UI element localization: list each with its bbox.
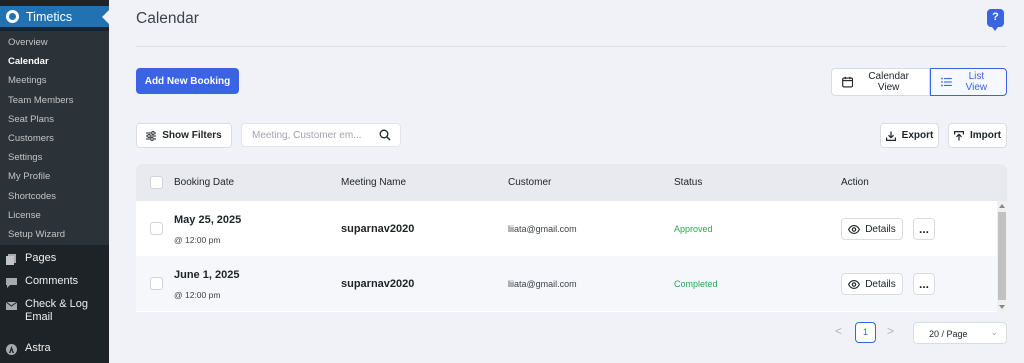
admin-sidebar: Timetics Overview Calendar Meetings Team… [0,0,109,363]
column-header-meeting-name: Meeting Name [341,177,407,188]
upload-icon [953,130,964,140]
submenu-item-seat-plans[interactable]: Seat Plans [0,110,109,129]
submenu-item-my-profile[interactable]: My Profile [0,167,109,186]
submenu-item-settings[interactable]: Settings [0,148,109,167]
sidebar-item-label: Timetics [26,9,73,24]
page-number-button[interactable]: 1 [855,322,876,343]
column-header-action: Action [841,177,869,188]
customer-email: liiata@gmail.com [508,224,577,234]
scroll-down-icon[interactable] [999,305,1005,309]
sidebar-item-pages[interactable]: Pages [0,252,109,265]
next-page-button[interactable]: > [887,324,894,338]
details-button[interactable]: Details [841,273,903,295]
header-divider [136,46,1007,47]
submenu-item-meetings[interactable]: Meetings [0,71,109,90]
table-scrollbar[interactable] [997,201,1007,312]
sidebar-item-label: Comments [25,275,79,287]
scroll-up-icon[interactable] [999,204,1005,208]
sidebar-item-comments[interactable]: Comments [0,275,109,288]
download-icon [885,131,896,141]
prev-page-button[interactable]: < [835,324,842,338]
status-badge: Completed [674,279,718,289]
customer-email: liiata@gmail.com [508,279,577,289]
submenu-item-setup-wizard[interactable]: Setup Wizard [0,225,109,244]
calendar-icon [842,76,854,88]
details-label: Details [865,223,896,235]
export-label: Export [901,130,934,141]
search-icon[interactable] [379,129,391,141]
table-row: May 25, 2025 @ 12:00 pm suparnav2020 lii… [136,201,1007,256]
show-filters-button[interactable]: Show Filters [136,123,232,148]
page-title: Calendar [136,10,199,27]
scrollbar-thumb[interactable] [998,212,1006,300]
calendar-view-button[interactable]: Calendar View [831,68,930,96]
pages-icon [6,254,16,265]
submenu-item-shortcodes[interactable]: Shortcodes [0,187,109,206]
more-actions-button[interactable]: ... [913,218,935,240]
list-icon [941,77,952,87]
filter-sliders-icon [146,130,157,141]
timetics-logo-icon [6,10,19,23]
calendar-view-label: Calendar View [868,71,909,93]
submenu-item-team-members[interactable]: Team Members [0,91,109,110]
submenu-item-license[interactable]: License [0,206,109,225]
timetics-submenu: Overview Calendar Meetings Team Members … [0,31,109,245]
row-checkbox[interactable] [150,222,163,235]
export-button[interactable]: Export [880,123,939,148]
details-label: Details [865,278,896,290]
select-all-checkbox[interactable] [150,176,163,189]
page-size-select[interactable]: 20 / Page ⌄ [913,322,1007,344]
chevron-down-icon: ⌄ [990,327,998,337]
status-badge: Approved [674,224,713,234]
sidebar-item-check-log-email[interactable]: Check & Log Email [0,298,100,324]
list-view-label: List View [965,71,988,93]
astra-icon [6,344,17,355]
add-new-booking-button[interactable]: Add New Booking [136,68,239,94]
table-row: June 1, 2025 @ 12:00 pm suparnav2020 lii… [136,256,1007,311]
sidebar-item-label: Astra [25,342,51,354]
search-input[interactable] [252,124,380,146]
column-header-customer: Customer [508,177,552,188]
booking-date: May 25, 2025 [174,214,242,226]
booking-date: June 1, 2025 [174,269,240,281]
meeting-name: suparnav2020 [341,223,415,235]
submenu-item-overview[interactable]: Overview [0,33,109,52]
bookings-table: Booking Date Meeting Name Customer Statu… [136,164,1007,312]
details-button[interactable]: Details [841,218,903,240]
current-menu-pointer [102,10,109,24]
table-header: Booking Date Meeting Name Customer Statu… [136,164,1007,201]
comments-icon [6,278,17,288]
show-filters-label: Show Filters [162,130,222,141]
import-button[interactable]: Import [948,123,1007,148]
eye-icon [848,279,861,289]
list-view-button[interactable]: List View [930,68,1007,96]
import-label: Import [969,130,1002,141]
page-size-label: 20 / Page [929,329,968,339]
row-checkbox[interactable] [150,277,163,290]
booking-time: @ 12:00 pm [174,290,221,300]
email-icon [6,301,17,310]
sidebar-item-astra[interactable]: Astra [0,342,109,355]
more-actions-button[interactable]: ... [913,273,935,295]
booking-time: @ 12:00 pm [174,235,221,245]
submenu-item-calendar[interactable]: Calendar [0,52,109,71]
sidebar-item-label: Check & Log Email [25,298,88,323]
column-header-status: Status [674,177,703,188]
meeting-name: suparnav2020 [341,278,415,290]
search-box [241,123,401,147]
help-button[interactable]: ? [987,9,1004,31]
sidebar-item-timetics[interactable]: Timetics [0,6,109,27]
sidebar-item-label: Pages [25,252,57,264]
submenu-item-customers[interactable]: Customers [0,129,109,148]
view-toggle: Calendar View List View [831,68,1007,96]
eye-icon [848,224,861,234]
column-header-booking-date: Booking Date [174,177,235,188]
